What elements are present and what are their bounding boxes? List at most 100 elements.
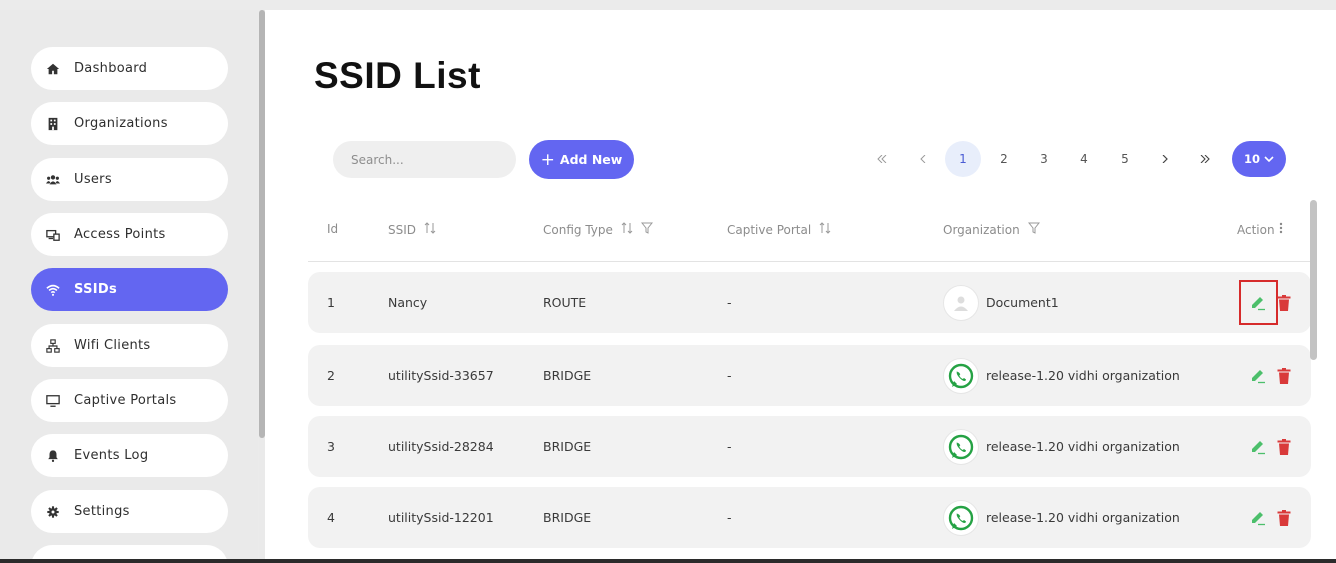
prev-page-button[interactable]	[905, 141, 941, 177]
cell-captive-portal: -	[727, 439, 732, 454]
page-button-3[interactable]: 3	[1026, 141, 1062, 177]
edit-icon[interactable]	[1249, 294, 1267, 312]
cell-config-type: BRIDGE	[543, 368, 592, 383]
rows-per-page-select[interactable]: 10	[1232, 141, 1286, 177]
double-chevron-right-icon	[1200, 152, 1210, 166]
delete-icon[interactable]	[1276, 509, 1292, 527]
chevron-right-icon	[1162, 152, 1168, 166]
main-content: SSID List + Add New 1 2 3 4 5 10 Id SSID…	[265, 10, 1336, 559]
search-input[interactable]	[333, 141, 516, 178]
table-row[interactable]: 2 utilitySsid-33657 BRIDGE - release-1.2…	[308, 345, 1311, 406]
last-page-button[interactable]	[1187, 141, 1223, 177]
cell-organization: Document1	[943, 272, 1059, 333]
cell-organization: release-1.20 vidhi organization	[943, 416, 1180, 477]
sidebar-item-label: Wifi Clients	[74, 338, 151, 353]
table-row[interactable]: 1 Nancy ROUTE - Document1	[308, 272, 1311, 333]
column-header-captive-portal[interactable]: Captive Portal	[727, 222, 831, 237]
sidebar-item-label: Settings	[74, 504, 130, 519]
cell-ssid: utilitySsid-33657	[388, 368, 494, 383]
sidebar-item-users[interactable]: Users	[31, 158, 228, 201]
page-button-5[interactable]: 5	[1107, 141, 1143, 177]
page-button-1[interactable]: 1	[945, 141, 981, 177]
cell-id: 2	[327, 368, 335, 383]
sidebar-item-wifi-clients[interactable]: Wifi Clients	[31, 324, 228, 367]
cell-id: 4	[327, 510, 335, 525]
user-avatar-icon	[943, 284, 979, 321]
organization-name: release-1.20 vidhi organization	[986, 510, 1180, 525]
wifi-icon	[45, 282, 61, 298]
column-header-ssid[interactable]: SSID	[388, 222, 436, 237]
delete-icon[interactable]	[1276, 367, 1292, 385]
page-button-4[interactable]: 4	[1066, 141, 1102, 177]
sidebar-item-label: Captive Portals	[74, 393, 177, 408]
sidebar-item-captive-portals[interactable]: Captive Portals	[31, 379, 228, 422]
rows-per-page-value: 10	[1243, 152, 1260, 166]
building-icon	[45, 116, 61, 132]
sidebar-item-access-points[interactable]: Access Points	[31, 213, 228, 256]
sidebar-item-ssids[interactable]: SSIDs	[31, 268, 228, 311]
sidebar-item-label: Events Log	[74, 448, 149, 463]
table-row[interactable]: 3 utilitySsid-28284 BRIDGE - release-1.2…	[308, 416, 1311, 477]
sidebar-item-label: SSIDs	[74, 282, 118, 297]
chevron-left-icon	[920, 152, 926, 166]
bell-icon	[45, 448, 61, 464]
first-page-button[interactable]	[864, 141, 900, 177]
sort-icon[interactable]	[811, 222, 831, 237]
cell-config-type: BRIDGE	[543, 439, 592, 454]
sidebar-item-label: Access Points	[74, 227, 166, 242]
gear-icon	[45, 504, 61, 520]
sidebar-item-organizations[interactable]: Organizations	[31, 102, 228, 145]
cell-organization: release-1.20 vidhi organization	[943, 345, 1180, 406]
add-new-button[interactable]: + Add New	[529, 140, 634, 179]
next-page-button[interactable]	[1147, 141, 1183, 177]
sort-icon[interactable]	[613, 222, 633, 237]
cell-config-type: ROUTE	[543, 295, 587, 310]
sort-icon[interactable]	[416, 222, 436, 237]
column-header-config-type[interactable]: Config Type	[543, 222, 653, 237]
sidebar-item-dashboard[interactable]: Dashboard	[31, 47, 228, 90]
network-icon	[45, 338, 61, 354]
cell-ssid: utilitySsid-28284	[388, 439, 494, 454]
double-chevron-left-icon	[877, 152, 887, 166]
column-label: SSID	[388, 222, 417, 237]
organization-name: release-1.20 vidhi organization	[986, 439, 1180, 454]
cell-captive-portal: -	[727, 295, 732, 310]
column-label: Organization	[943, 222, 1020, 237]
organization-name: Document1	[986, 295, 1059, 310]
column-label: Captive Portal	[727, 222, 812, 237]
whatsapp-icon	[943, 357, 979, 394]
sidebar-item-label: Users	[74, 172, 112, 187]
table-scrollbar-thumb[interactable]	[1310, 200, 1317, 360]
more-vertical-icon[interactable]	[1275, 222, 1283, 237]
delete-icon[interactable]	[1276, 438, 1292, 456]
whatsapp-icon	[943, 499, 979, 536]
page-button-2[interactable]: 2	[986, 141, 1022, 177]
users-icon	[45, 172, 61, 188]
bottom-bar	[0, 559, 1336, 563]
chevron-down-icon	[1260, 152, 1274, 166]
cell-captive-portal: -	[727, 510, 732, 525]
sidebar: Dashboard Organizations Users Access Poi…	[0, 10, 258, 559]
table-header: Id SSID Config Type Captive Portal Organ…	[308, 210, 1311, 262]
edit-icon[interactable]	[1249, 509, 1267, 527]
delete-icon[interactable]	[1276, 294, 1292, 312]
column-header-organization[interactable]: Organization	[943, 222, 1040, 237]
sidebar-item-settings[interactable]: Settings	[31, 490, 228, 533]
table-scrollbar[interactable]	[1310, 200, 1317, 559]
edit-icon[interactable]	[1249, 438, 1267, 456]
cell-ssid: utilitySsid-12201	[388, 510, 494, 525]
home-icon	[45, 61, 61, 77]
sidebar-item-events-log[interactable]: Events Log	[31, 434, 228, 477]
filter-icon[interactable]	[1020, 222, 1040, 237]
filter-icon[interactable]	[633, 222, 653, 237]
column-header-id: Id	[327, 222, 338, 236]
cell-captive-portal: -	[727, 368, 732, 383]
column-label: Config Type	[543, 222, 613, 237]
access-point-icon	[45, 227, 61, 243]
table-row[interactable]: 4 utilitySsid-12201 BRIDGE - release-1.2…	[308, 487, 1311, 548]
sidebar-item-more[interactable]	[31, 545, 228, 559]
organization-name: release-1.20 vidhi organization	[986, 368, 1180, 383]
add-new-label: Add New	[559, 152, 623, 167]
edit-icon[interactable]	[1249, 367, 1267, 385]
sidebar-item-label: Dashboard	[74, 61, 148, 76]
